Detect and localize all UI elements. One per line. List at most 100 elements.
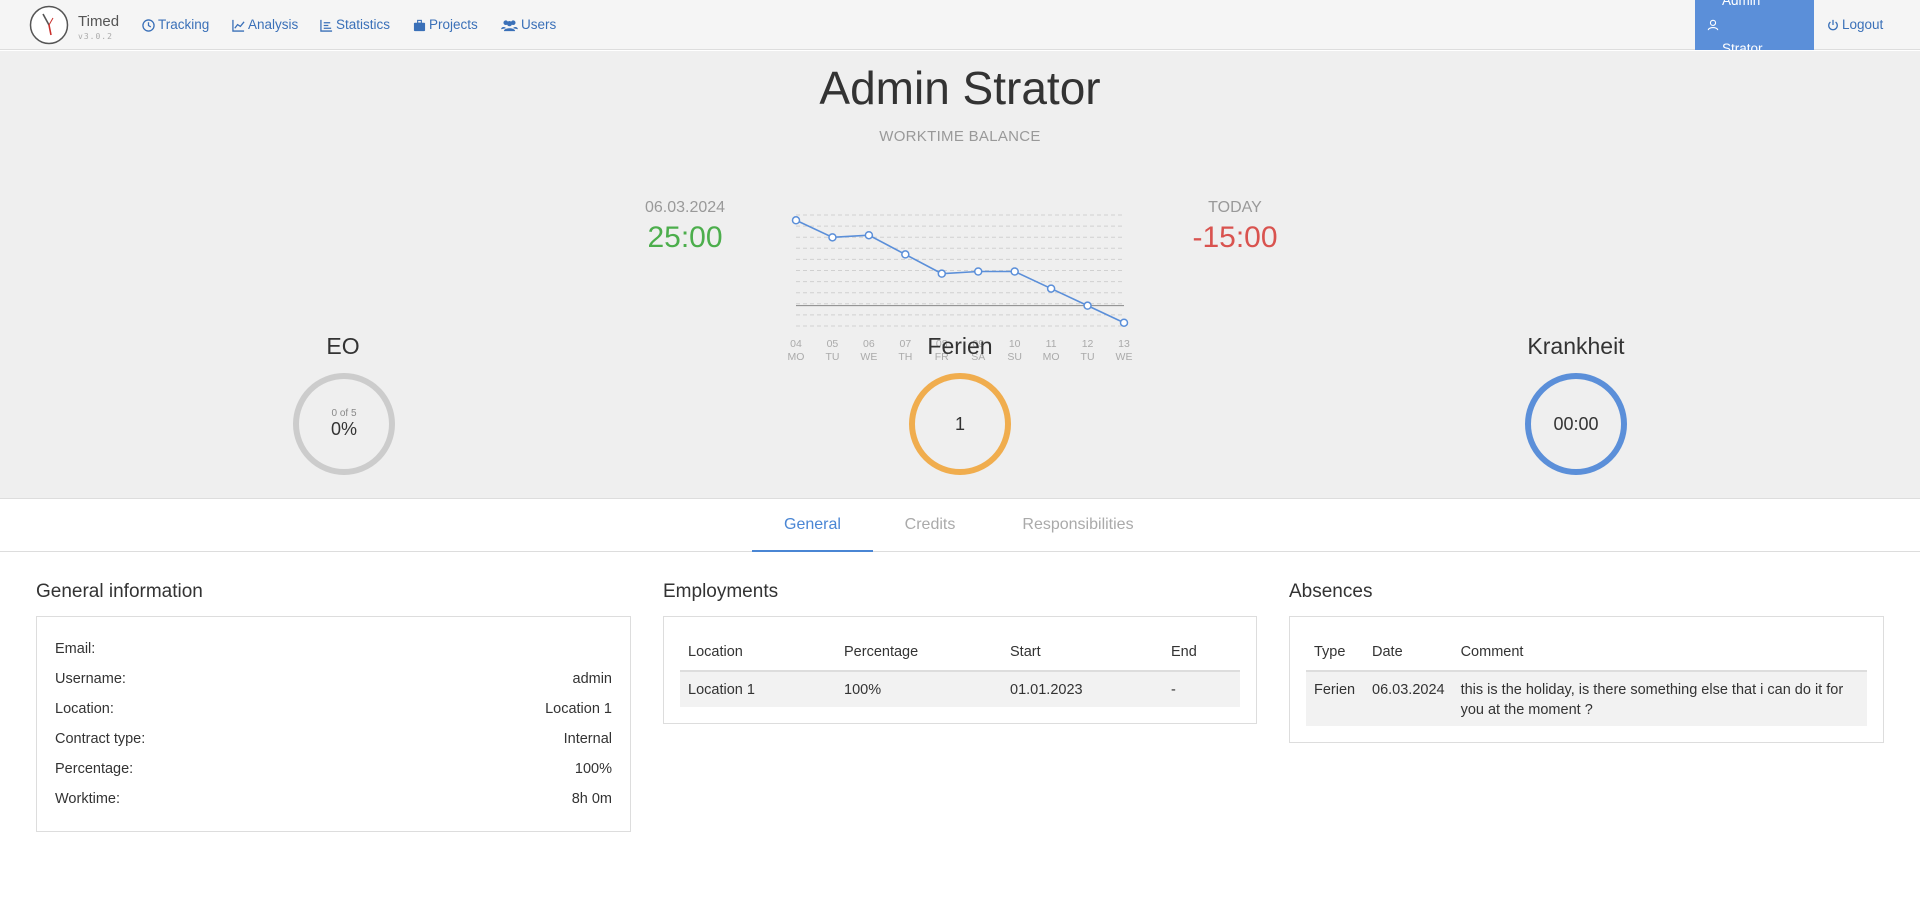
cell-type: Ferien	[1306, 671, 1364, 726]
logout-button[interactable]: Logout	[1827, 0, 1883, 50]
col-date: Date	[1364, 633, 1453, 672]
stat-krankheit-ring: 00:00	[1525, 373, 1627, 475]
chart-weekday-label: WE	[1116, 351, 1133, 363]
briefcase-icon	[413, 19, 426, 31]
info-row-percentage: Percentage: 100%	[55, 761, 612, 791]
chart-weekday-label: TU	[825, 351, 839, 363]
absences-title: Absences	[1289, 581, 1373, 602]
stat-ferien-title: Ferien	[927, 333, 993, 359]
table-row[interactable]: Location 1 100% 01.01.2023 -	[680, 671, 1240, 707]
nav-statistics[interactable]: Statistics	[320, 0, 390, 50]
stat-eo-ring: 0 of 5 0%	[293, 373, 395, 475]
clock-logo-icon	[29, 5, 69, 45]
info-key: Username:	[55, 671, 126, 687]
info-value: Internal	[563, 731, 612, 747]
nav-projects-label: Projects	[429, 17, 478, 32]
info-row-worktime: Worktime: 8h 0m	[55, 791, 612, 821]
nav-users-label: Users	[521, 17, 557, 32]
chart-point	[828, 233, 837, 242]
info-row-location: Location: Location 1	[55, 701, 612, 731]
info-key: Location:	[55, 701, 114, 717]
cell-date: 06.03.2024	[1364, 671, 1453, 726]
app-name: Timed	[78, 13, 120, 30]
page-title: Admin Strator	[819, 62, 1101, 114]
nav-statistics-label: Statistics	[336, 17, 391, 32]
general-info-title: General information	[36, 581, 203, 602]
info-value: 100%	[574, 761, 612, 777]
chart-point	[973, 267, 983, 276]
absences-table: Type Date Comment Ferien 06.03.2024 this…	[1306, 633, 1867, 726]
chart-point	[1119, 318, 1129, 327]
employments-table: Location Percentage Start End Location 1…	[680, 633, 1240, 707]
nav-tracking[interactable]: Tracking	[142, 0, 209, 50]
user-icon	[1707, 19, 1719, 31]
power-icon	[1828, 19, 1838, 31]
stat-eo-value: 0%	[330, 419, 357, 439]
stat-krankheit-title: Krankheit	[1527, 333, 1625, 359]
chart-point	[937, 269, 947, 278]
stat-eo-small: 0 of 5	[331, 408, 357, 419]
chart-tick-label: 04	[790, 338, 802, 350]
chart-tick-label: 13	[1118, 338, 1130, 350]
info-value: Location 1	[545, 701, 612, 717]
col-end: End	[1163, 633, 1240, 672]
employments-title: Employments	[663, 581, 779, 602]
col-comment: Comment	[1452, 633, 1867, 672]
col-percentage: Percentage	[836, 633, 1002, 672]
chart-point	[864, 230, 874, 240]
logout-label: Logout	[1842, 17, 1884, 32]
info-row-contract-type: Contract type: Internal	[55, 731, 612, 761]
chart-tick-label: 12	[1082, 338, 1094, 350]
nav-tracking-label: Tracking	[158, 17, 210, 32]
chart-series-line	[795, 219, 1125, 324]
general-info-panel: Email: Username: admin Location: Locatio…	[36, 616, 631, 832]
line-chart-icon	[232, 19, 245, 32]
col-type: Type	[1306, 633, 1364, 672]
balance-date: 06.03.2024	[644, 199, 726, 216]
info-value: admin	[572, 671, 613, 687]
cell-location: Location 1	[680, 671, 836, 707]
chart-weekday-label: TU	[1081, 351, 1095, 363]
balance-value-today: -15:00	[1192, 221, 1278, 254]
tab-responsibilities[interactable]: Responsibilities	[1000, 500, 1156, 552]
stat-ferien-ring: 1	[909, 373, 1011, 475]
info-key: Contract type:	[55, 731, 146, 747]
chart-point	[791, 216, 801, 225]
chart-weekday-label: MO	[788, 351, 805, 363]
worktime-balance-title: WORKTIME BALANCE	[879, 128, 1041, 145]
chart-point	[1046, 284, 1056, 293]
nav-users[interactable]: Users	[501, 0, 556, 50]
balance-value-date: 25:00	[647, 221, 723, 254]
info-value: 8h 0m	[571, 791, 612, 807]
brand[interactable]: Timed v3.0.2	[29, 5, 129, 45]
info-key: Email:	[55, 641, 96, 657]
nav-analysis-label: Analysis	[248, 17, 299, 32]
info-row-email: Email:	[55, 641, 612, 671]
cell-end: -	[1163, 671, 1240, 707]
navbar: Timed v3.0.2 Tracking Analysis Statistic…	[0, 0, 1920, 56]
table-row[interactable]: Ferien 06.03.2024 this is the holiday, i…	[1306, 671, 1867, 726]
chart-point	[901, 250, 910, 259]
user-menu-button[interactable]: Admin Strator	[1695, 0, 1814, 56]
chart-tick-label: 05	[827, 338, 839, 350]
tab-general[interactable]: General	[752, 500, 873, 552]
tab-credits[interactable]: Credits	[878, 500, 982, 552]
chart-point	[1010, 267, 1019, 276]
chart-point	[1083, 301, 1092, 310]
user-summary: Admin Strator WORKTIME BALANCE 06.03.202…	[0, 51, 1920, 499]
info-key: Worktime:	[55, 791, 120, 807]
table-header-row: Location Percentage Start End	[680, 633, 1240, 672]
table-header-row: Type Date Comment	[1306, 633, 1867, 672]
stat-krankheit-value: 00:00	[1553, 413, 1599, 434]
stat-eo-title: EO	[326, 333, 360, 359]
cell-comment: this is the holiday, is there something …	[1452, 671, 1867, 726]
cell-start: 01.01.2023	[1002, 671, 1163, 707]
tab-bar: General Credits Responsibilities	[0, 500, 1920, 552]
col-location: Location	[680, 633, 836, 672]
clock-icon	[142, 18, 155, 32]
nav-projects[interactable]: Projects	[413, 0, 478, 50]
col-start: Start	[1002, 633, 1163, 672]
info-key: Percentage:	[55, 761, 134, 777]
app-version: v3.0.2	[78, 32, 113, 41]
nav-analysis[interactable]: Analysis	[232, 0, 298, 50]
